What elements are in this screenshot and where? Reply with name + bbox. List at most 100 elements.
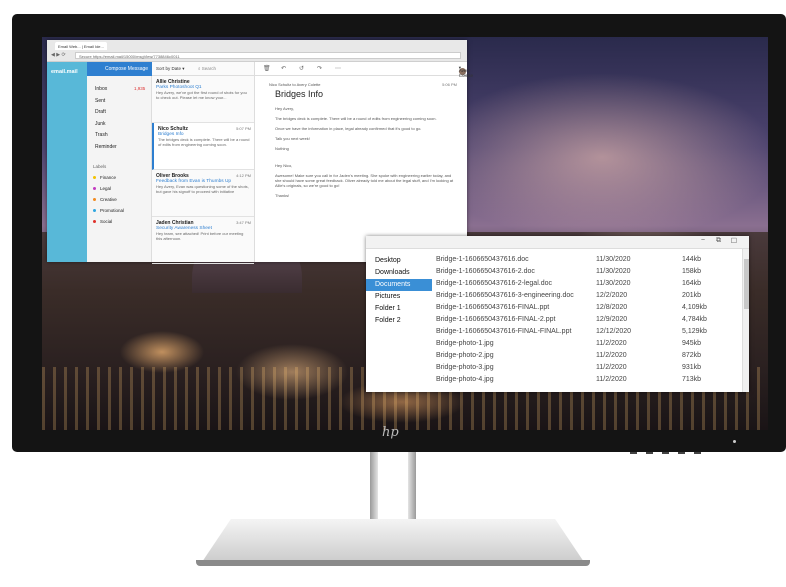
message-header: Nico Schultz to Avery Colette xyxy=(269,82,321,87)
reply-all-icon[interactable]: ↺ xyxy=(299,65,304,72)
file-row[interactable]: Bridge-photo-4.jpg 11/2/2020 713kb xyxy=(436,374,736,386)
folder-inbox[interactable]: Inbox xyxy=(95,86,117,98)
folder-draft[interactable]: Draft xyxy=(95,109,117,121)
nav-folder-2[interactable]: Folder 2 xyxy=(366,315,432,327)
file-date: 11/2/2020 xyxy=(596,364,627,371)
file-table: Bridge-1-1606650437616.doc 11/30/2020 144k… xyxy=(436,254,736,386)
label-social[interactable]: Social xyxy=(93,219,124,230)
file-size: 931kb xyxy=(682,364,702,371)
file-name: Bridge-photo-1.jpg xyxy=(436,340,494,347)
file-row[interactable]: Bridge-1-1606650437616-FINAL-FINAL.ppt 12… xyxy=(436,326,736,338)
file-date: 12/8/2020 xyxy=(596,304,628,311)
message-preview: Hey team, see attached! Print before our… xyxy=(156,231,244,241)
nav-documents[interactable]: Documents xyxy=(366,279,432,291)
scrollbar[interactable] xyxy=(742,249,749,392)
folder-sent[interactable]: Sent xyxy=(95,98,117,110)
message-title: Bridges Info xyxy=(275,89,324,99)
label-finance[interactable]: Finance xyxy=(93,175,124,186)
hp-logo: hp xyxy=(382,425,399,440)
file-name: Bridge-1-1606650437616-2.doc xyxy=(436,268,535,275)
label-text: Creative xyxy=(100,197,117,202)
message-preview: The bridges deck is complete. There will… xyxy=(158,137,250,147)
message-toolbar: 🗑 ↶ ↺ ↷ ⋯ Avery Colette ▾ xyxy=(255,62,473,78)
message-item-selected[interactable]: 5:07 PM Nico Schultz Bridges Info The br… xyxy=(152,123,254,170)
nav-pictures[interactable]: Pictures xyxy=(366,291,432,303)
minimize-icon[interactable]: − xyxy=(701,237,705,244)
search-icon: ⌕ xyxy=(198,66,201,71)
folder-list: Inbox Sent Draft Junk Trash Reminder xyxy=(95,86,117,155)
nav-folder-1[interactable]: Folder 1 xyxy=(366,303,432,315)
app-logo: email.mail xyxy=(51,69,78,75)
search-placeholder: Search xyxy=(201,66,217,71)
labels-list: Labels Finance Legal Creative Promotiona… xyxy=(93,164,124,230)
message-time: 5:06 PM xyxy=(442,82,457,87)
file-name: Bridge-photo-3.jpg xyxy=(436,364,494,371)
folder-junk[interactable]: Junk xyxy=(95,121,117,133)
file-row[interactable]: Bridge-1-1606650437616.doc 11/30/2020 144k… xyxy=(436,254,736,266)
file-row[interactable]: Bridge-1-1606650437616-FINAL.ppt 12/8/202… xyxy=(436,302,736,314)
file-date: 12/2/2020 xyxy=(596,292,628,299)
sort-label: Sort by Date ▾ xyxy=(156,66,185,71)
file-size: 5,129kb xyxy=(682,328,707,335)
message-item[interactable]: 4:12 PM Oliver Brooks Feedback from Evan… xyxy=(152,170,254,217)
file-row[interactable]: Bridge-1-1606650437616-2.doc 11/30/2020 15… xyxy=(436,266,736,278)
label-dot-icon xyxy=(93,187,96,190)
file-date: 11/2/2020 xyxy=(596,376,627,383)
label-legal[interactable]: Legal xyxy=(93,186,124,197)
compose-button[interactable]: Compose Message xyxy=(87,62,152,76)
body-line: Hey Avery, xyxy=(275,106,294,111)
file-name: Bridge-1-1606650437616-2-legal.doc xyxy=(436,280,552,287)
label-creative[interactable]: Creative xyxy=(93,197,124,208)
nav-desktop[interactable]: Desktop xyxy=(366,255,432,267)
nav-arrows-icon[interactable]: ◀ ▶ ⟳ xyxy=(51,52,66,58)
browser-tab[interactable]: Email Web... | Email Ide... xyxy=(55,42,107,50)
restore-icon[interactable]: ⧉ xyxy=(716,237,721,245)
file-size: 713kb xyxy=(682,376,702,383)
body-line: Thanks! xyxy=(275,193,290,198)
power-light xyxy=(733,440,736,443)
body-line: The bridges deck is complete. There will… xyxy=(275,116,437,121)
file-explorer-window[interactable]: − ⧉ ☐ Desktop Downloads Documents Pictur… xyxy=(366,236,749,392)
file-name: Bridge-photo-2.jpg xyxy=(436,352,494,359)
nav-downloads[interactable]: Downloads xyxy=(366,267,432,279)
sort-dropdown[interactable]: Sort by Date ▾ ⌕ Search xyxy=(152,62,254,76)
inbox-count-badge: 1,935 xyxy=(134,86,146,91)
search-input[interactable]: ⌕ Search xyxy=(196,65,251,73)
message-preview: Hey Avery, Evan was questioning some of … xyxy=(156,184,249,194)
file-date: 11/2/2020 xyxy=(596,352,627,359)
monitor-buttons[interactable] xyxy=(630,441,710,459)
label-dot-icon xyxy=(93,176,96,179)
window-titlebar: − ⧉ ☐ xyxy=(366,236,749,249)
more-icon[interactable]: ⋯ xyxy=(335,65,341,72)
user-menu[interactable]: Avery Colette ▾ xyxy=(458,65,473,78)
message-list: Sort by Date ▾ ⌕ Search Allie Christine … xyxy=(152,62,255,264)
file-date: 12/12/2020 xyxy=(596,328,632,335)
message-item[interactable]: Allie Christine Parks Photoshoot Q1 Hey … xyxy=(152,76,254,123)
file-row[interactable]: Bridge-photo-2.jpg 11/2/2020 872kb xyxy=(436,350,736,362)
folder-reminder[interactable]: Reminder xyxy=(95,144,117,156)
folder-trash[interactable]: Trash xyxy=(95,132,117,144)
message-time: 4:12 PM xyxy=(236,173,251,178)
file-row[interactable]: Bridge-1-1606650437616-2-legal.doc 11/30/… xyxy=(436,278,736,290)
file-row[interactable]: Bridge-1-1606650437616-3-engineering.doc… xyxy=(436,290,736,302)
maximize-icon[interactable]: ☐ xyxy=(731,237,737,245)
trash-icon[interactable]: 🗑 xyxy=(263,65,271,72)
folder-nav: Desktop Downloads Documents Pictures Fol… xyxy=(366,249,432,392)
forward-icon[interactable]: ↷ xyxy=(317,65,322,72)
address-bar[interactable]: Secure https://email.mail/15000/msgView/… xyxy=(75,52,461,59)
scrollbar-thumb[interactable] xyxy=(744,259,749,309)
file-row[interactable]: Bridge-1-1606650437616-FINAL-2.ppt 12/9/2… xyxy=(436,314,736,326)
labels-title: Labels xyxy=(93,164,107,169)
label-text: Promotional xyxy=(100,208,125,213)
file-size: 164kb xyxy=(682,280,702,287)
file-size: 945kb xyxy=(682,340,702,347)
file-row[interactable]: Bridge-photo-3.jpg 11/2/2020 931kb xyxy=(436,362,736,374)
label-text: Legal xyxy=(100,186,112,191)
reply-icon[interactable]: ↶ xyxy=(281,65,286,72)
file-name: Bridge-1-1606650437616.doc xyxy=(436,256,529,263)
label-promotional[interactable]: Promotional xyxy=(93,208,124,219)
file-date: 11/30/2020 xyxy=(596,280,631,287)
file-row[interactable]: Bridge-photo-1.jpg 11/2/2020 945kb xyxy=(436,338,736,350)
message-item[interactable]: 3:47 PM Jaden Christian Security Awarene… xyxy=(152,217,254,264)
mail-window[interactable]: Email Web... | Email Ide... ◀ ▶ ⟳ Secure… xyxy=(47,40,473,264)
